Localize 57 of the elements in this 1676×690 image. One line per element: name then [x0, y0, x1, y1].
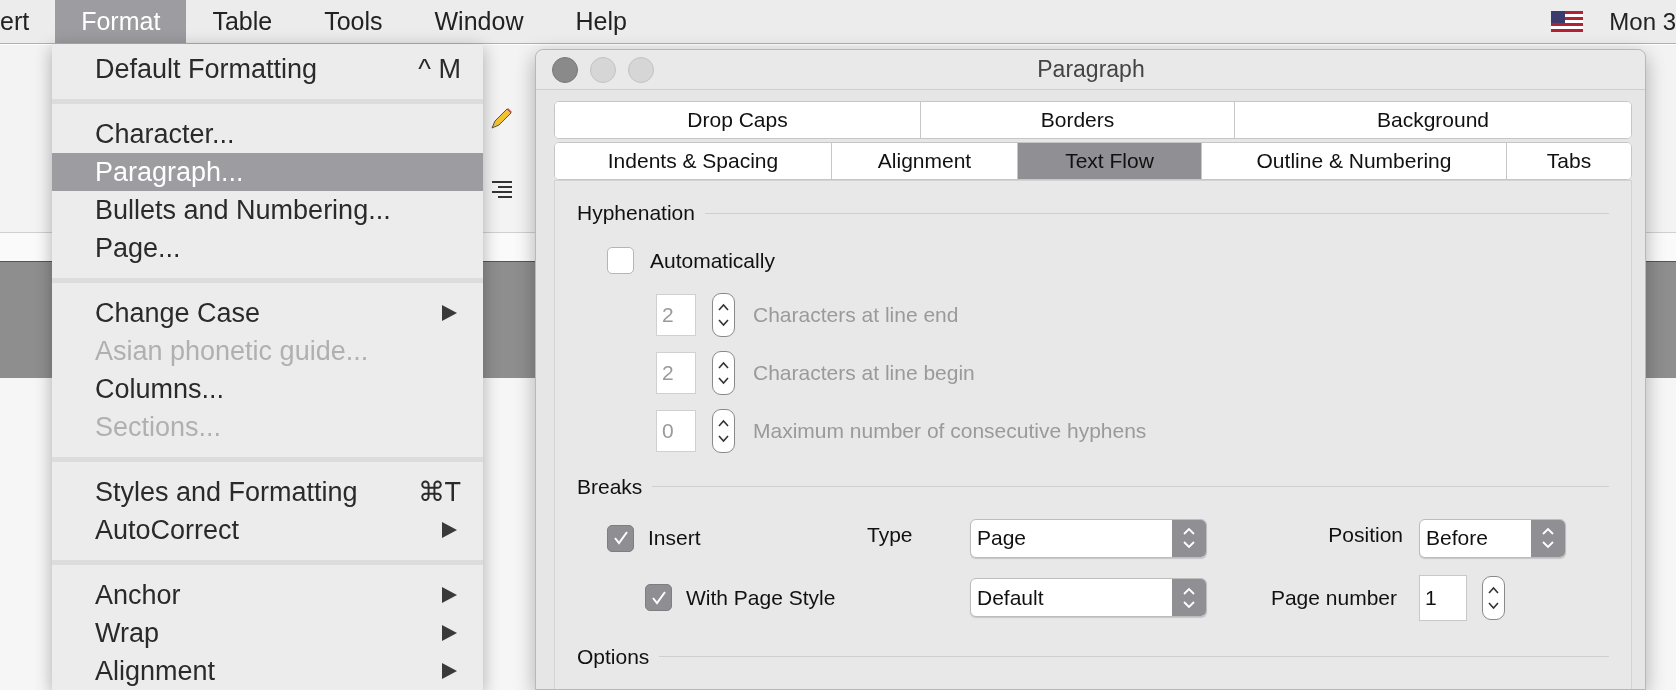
- field-label: Characters at line end: [753, 301, 959, 328]
- field-label: Maximum number of consecutive hyphens: [753, 417, 1147, 444]
- checkbox-label: Automatically: [650, 248, 775, 274]
- up-down-arrows-icon: [1182, 525, 1196, 551]
- menu-item[interactable]: Anchor: [52, 576, 483, 614]
- menu-item[interactable]: Styles and Formatting ⌘T: [52, 473, 483, 511]
- menu-bar-item[interactable]: Table: [186, 0, 299, 43]
- checkbox-label: Insert: [648, 525, 701, 552]
- checkbox[interactable]: [607, 247, 634, 275]
- menu-item[interactable]: Page...: [52, 229, 483, 267]
- menu-bar-item[interactable]: Tools: [298, 0, 409, 43]
- window-title: Paragraph: [1036, 55, 1146, 85]
- menu-item[interactable]: Bullets and Numbering...: [52, 191, 483, 229]
- spin-buttons[interactable]: [712, 350, 735, 395]
- close-button[interactable]: [552, 56, 578, 83]
- submenu-arrow-icon: [440, 586, 458, 604]
- section-heading: Breaks: [577, 473, 643, 500]
- spin-buttons[interactable]: [712, 408, 735, 453]
- checkbox[interactable]: [645, 584, 672, 611]
- submenu-arrow-icon: [440, 304, 458, 322]
- checkbox-label: With Page Style: [686, 584, 836, 611]
- field-label: Position: [1328, 521, 1403, 548]
- checkbox[interactable]: [607, 524, 634, 552]
- menu-item[interactable]: AutoCorrect: [52, 511, 483, 549]
- menu-item[interactable]: Alignment: [52, 652, 483, 690]
- checkmark-icon: [612, 530, 629, 546]
- dropdown[interactable]: Page: [970, 518, 1207, 558]
- number-field[interactable]: 1: [1419, 574, 1467, 621]
- spin-buttons[interactable]: [712, 292, 735, 337]
- menu-item[interactable]: Change Case: [52, 294, 483, 332]
- field-label: Page number: [1270, 584, 1397, 611]
- section-heading: Hyphenation: [577, 200, 695, 227]
- submenu-arrow-icon: [440, 521, 458, 539]
- menu-item[interactable]: Character...: [52, 115, 483, 153]
- tab[interactable]: Tabs: [1506, 143, 1631, 179]
- menu-bar-item[interactable]: ert: [0, 0, 56, 43]
- menu-bar-item[interactable]: Help: [549, 0, 653, 43]
- align-right-icon[interactable]: [490, 180, 514, 200]
- menu-item[interactable]: Default Formatting ^ M: [52, 50, 483, 88]
- menu-bar-clock[interactable]: Mon 3: [1609, 3, 1676, 40]
- menu-item[interactable]: Columns...: [52, 370, 483, 408]
- flag-icon[interactable]: [1551, 11, 1584, 32]
- tab[interactable]: Text Flow: [1017, 143, 1201, 179]
- dropdown[interactable]: Default: [970, 578, 1207, 617]
- submenu-arrow-icon: [440, 624, 458, 642]
- up-down-arrows-icon: [1541, 525, 1555, 551]
- field-label: Type: [867, 521, 914, 548]
- spin-buttons[interactable]: [1482, 575, 1505, 620]
- checkmark-icon: [650, 589, 667, 606]
- field-label: Characters at line begin: [753, 359, 975, 386]
- pencil-icon[interactable]: [488, 106, 514, 132]
- dropdown[interactable]: Before: [1419, 518, 1566, 558]
- tab[interactable]: Background: [1234, 102, 1631, 138]
- menu-item[interactable]: Wrap: [52, 614, 483, 652]
- section-heading: Options: [577, 643, 650, 670]
- submenu-arrow-icon: [440, 662, 458, 680]
- menu-bar-item[interactable]: Window: [408, 0, 550, 43]
